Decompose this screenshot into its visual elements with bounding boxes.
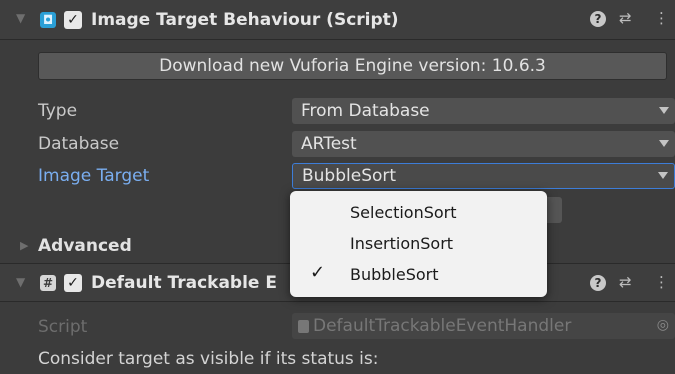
dropdown-arrow-icon: [659, 107, 669, 114]
checkmark-icon: ✓: [67, 12, 79, 28]
component-enabled-checkbox[interactable]: ✓: [64, 274, 82, 292]
image-target-component-icon: ◘: [40, 12, 56, 28]
menu-item-selectionsort[interactable]: SelectionSort: [290, 197, 547, 227]
object-picker-icon[interactable]: ◎: [657, 317, 669, 333]
type-dropdown[interactable]: From Database: [292, 98, 675, 124]
type-label: Type: [38, 101, 78, 121]
image-target-component-header[interactable]: ▼ ◘ ✓ Image Target Behaviour (Script) ? …: [0, 0, 675, 40]
foldout-arrow-icon[interactable]: ▼: [16, 275, 25, 289]
help-icon[interactable]: ?: [590, 9, 606, 27]
presets-icon[interactable]: ⇄: [619, 9, 632, 27]
image-target-dropdown-menu: SelectionSort InsertionSort ✓ BubbleSort: [290, 191, 547, 297]
download-vuforia-button[interactable]: Download new Vuforia Engine version: 10.…: [38, 52, 667, 80]
script-label: Script: [38, 317, 88, 337]
foldout-arrow-icon[interactable]: ▼: [16, 11, 25, 25]
advanced-foldout-arrow-icon[interactable]: ▶: [20, 239, 28, 252]
more-options-icon[interactable]: ⋮: [654, 273, 669, 291]
help-icon[interactable]: ?: [590, 273, 606, 291]
checkmark-icon: ✓: [67, 275, 79, 291]
script-hash-icon: #: [40, 275, 56, 291]
presets-icon[interactable]: ⇄: [619, 273, 632, 291]
dropdown-arrow-icon: [659, 140, 669, 147]
menu-item-insertionsort[interactable]: InsertionSort: [290, 228, 547, 258]
type-value: From Database: [301, 101, 430, 121]
visibility-status-text: Consider target as visible if its status…: [38, 349, 379, 369]
image-target-value: BubbleSort: [302, 166, 397, 186]
database-label: Database: [38, 134, 120, 154]
image-target-label: Image Target: [38, 166, 150, 186]
advanced-foldout[interactable]: Advanced: [38, 236, 132, 256]
script-field[interactable]: DefaultTrackableEventHandler ◎: [292, 313, 675, 339]
database-dropdown[interactable]: ARTest: [292, 131, 675, 157]
selected-check-icon: ✓: [310, 262, 326, 283]
component-title: Default Trackable E: [91, 273, 277, 293]
component-title: Image Target Behaviour (Script): [91, 10, 399, 30]
script-value: DefaultTrackableEventHandler: [313, 316, 572, 336]
image-target-dropdown[interactable]: BubbleSort: [292, 163, 675, 189]
database-value: ARTest: [301, 134, 357, 154]
more-options-icon[interactable]: ⋮: [654, 9, 669, 27]
component-enabled-checkbox[interactable]: ✓: [64, 11, 82, 29]
menu-item-bubblesort[interactable]: ✓ BubbleSort: [290, 259, 547, 289]
dropdown-arrow-icon: [658, 172, 668, 179]
script-file-icon: [298, 319, 309, 333]
